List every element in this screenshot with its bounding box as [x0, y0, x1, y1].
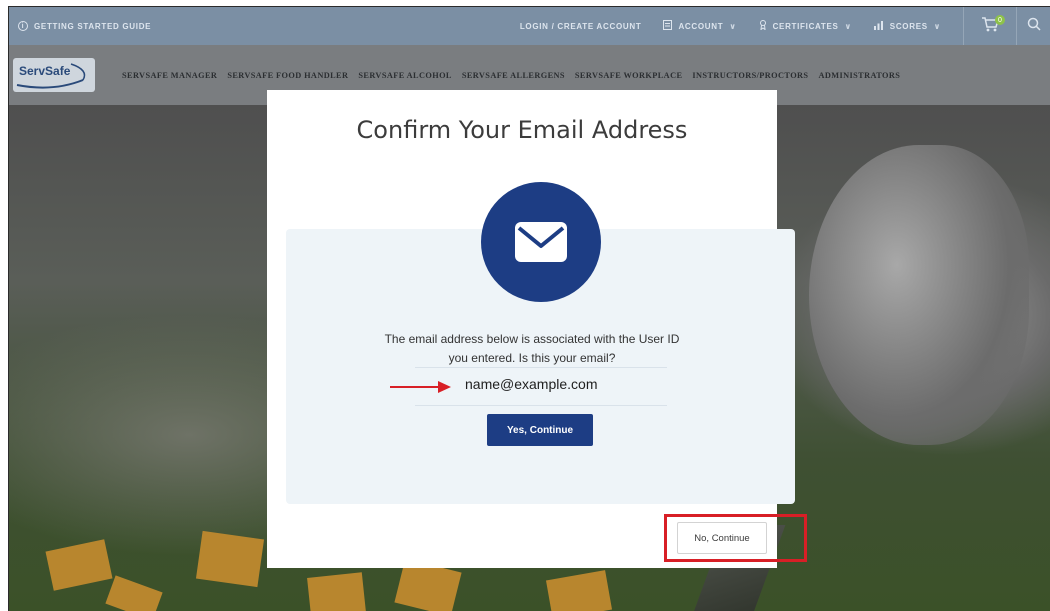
certificates-menu[interactable]: CERTIFICATES ∨: [759, 20, 852, 32]
utility-bar: i GETTING STARTED GUIDE LOGIN / CREATE A…: [9, 7, 1050, 45]
scores-menu[interactable]: SCORES ∨: [873, 20, 941, 32]
login-label: LOGIN / CREATE ACCOUNT: [519, 21, 642, 31]
servsafe-logo[interactable]: ServSafe: [13, 58, 95, 92]
account-menu[interactable]: ACCOUNT ∨: [663, 20, 736, 32]
message-line-2: you entered. Is this your email?: [448, 351, 616, 366]
yes-continue-button[interactable]: Yes, Continue: [487, 414, 593, 446]
search-button[interactable]: [1017, 7, 1050, 45]
nav-item-servsafe-manager[interactable]: SERVSAFE MANAGER: [122, 71, 217, 80]
divider: [415, 367, 667, 368]
certificate-icon: [759, 20, 767, 32]
nav-item-servsafe-workplace[interactable]: SERVSAFE WORKPLACE: [575, 71, 683, 80]
nav-item-instructors-proctors[interactable]: INSTRUCTORS/PROCTORS: [692, 71, 808, 80]
login-link[interactable]: LOGIN / CREATE ACCOUNT: [520, 22, 642, 31]
account-label: ACCOUNT: [678, 21, 724, 31]
search-icon: [1027, 17, 1041, 36]
nav-item-servsafe-allergens[interactable]: SERVSAFE ALLERGENS: [462, 71, 565, 80]
certificates-label: CERTIFICATES: [772, 21, 839, 31]
account-icon: [663, 20, 673, 32]
chevron-down-icon: ∨: [933, 21, 941, 31]
annotation-highlight-box: [664, 514, 807, 562]
nav-item-servsafe-alcohol[interactable]: SERVSAFE ALCOHOL: [358, 71, 451, 80]
getting-started-link[interactable]: i GETTING STARTED GUIDE: [18, 21, 151, 31]
envelope-icon: [481, 182, 601, 302]
scores-label: SCORES: [889, 21, 928, 31]
confirm-email-modal: Confirm Your Email Address The email add…: [267, 90, 795, 568]
logo-text: ServSafe: [19, 64, 71, 78]
chevron-down-icon: ∨: [729, 21, 737, 31]
cart-button[interactable]: 0: [964, 7, 1016, 45]
email-address: name@example.com: [465, 376, 598, 392]
modal-title: Confirm Your Email Address: [356, 116, 688, 144]
getting-started-label: GETTING STARTED GUIDE: [34, 21, 152, 31]
bar-chart-icon: [873, 20, 884, 32]
confirmation-message: The email address below is associated wi…: [357, 330, 707, 368]
arrow-right-icon: [390, 381, 451, 393]
nav-item-servsafe-food-handler[interactable]: SERVSAFE FOOD HANDLER: [227, 71, 348, 80]
cart-count-badge: 0: [995, 15, 1005, 25]
chevron-down-icon: ∨: [844, 21, 852, 31]
message-line-1: The email address below is associated wi…: [384, 332, 680, 346]
browser-viewport: i GETTING STARTED GUIDE LOGIN / CREATE A…: [8, 6, 1050, 611]
info-icon: i: [18, 21, 28, 31]
divider: [415, 405, 667, 406]
nav-links: SERVSAFE MANAGER SERVSAFE FOOD HANDLER S…: [122, 71, 900, 80]
nav-item-administrators[interactable]: ADMINISTRATORS: [818, 71, 900, 80]
